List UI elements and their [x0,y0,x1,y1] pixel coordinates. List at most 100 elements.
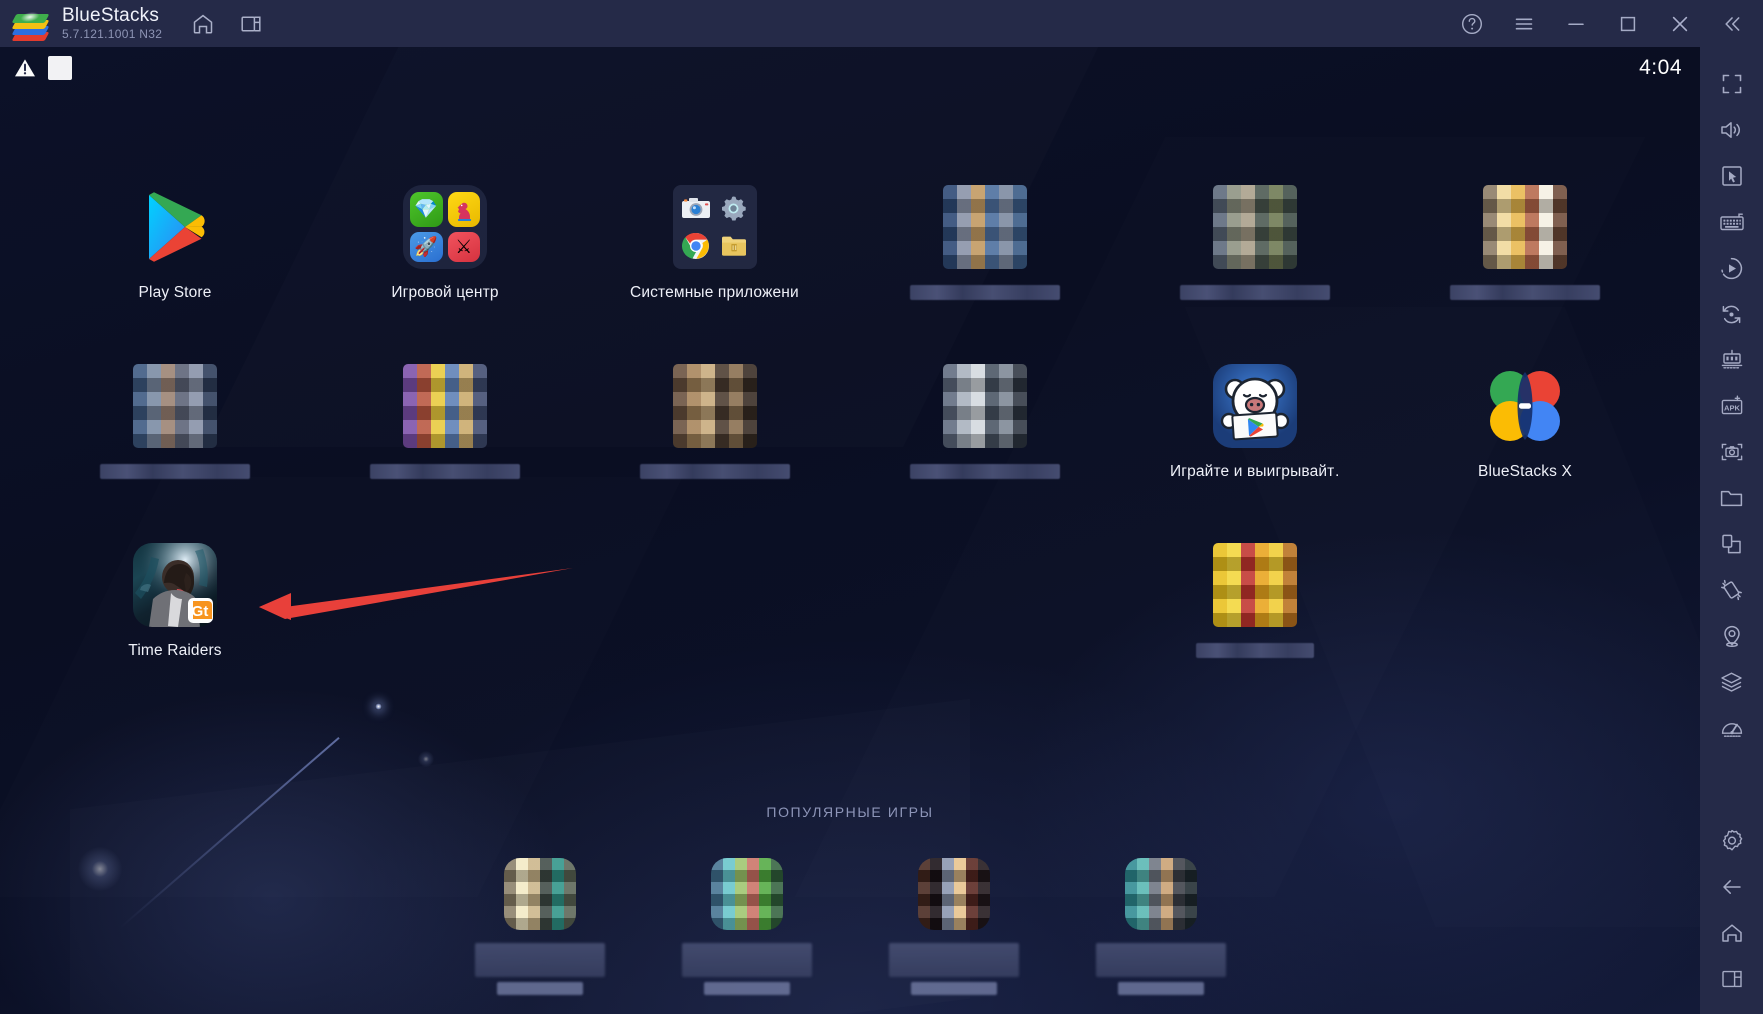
pixelated-app-icon [403,364,487,448]
right-toolbar: APK [1700,47,1763,1014]
popular-games-title: ПОПУЛЯРНЫЕ ИГРЫ [766,804,934,820]
app-icon-play-store[interactable]: Play Store [40,185,310,302]
rotate-icon[interactable] [1709,291,1755,337]
fullscreen-icon[interactable] [1709,61,1755,107]
chrome-icon [680,229,713,262]
titlebar-nav-icons [190,11,264,37]
app-icon-censored[interactable] [1120,185,1390,302]
time-raiders-icon: Gt [133,543,217,627]
app-label: Играйте и выигрывайт… [1170,463,1340,480]
multi-instance-icon[interactable] [238,11,264,37]
copy-paste-icon[interactable] [1709,521,1755,567]
multi-instance-icon[interactable] [1709,337,1755,383]
performance-icon[interactable] [1709,705,1755,751]
pixelated-game-icon [1124,858,1197,930]
app-icon-censored[interactable] [310,364,580,481]
rocket-game-icon: 🚀 [410,232,443,262]
location-icon[interactable] [1709,613,1755,659]
popular-game-sublabel-censored [1117,982,1204,995]
app-title: BlueStacks [62,5,160,27]
minimize-icon[interactable] [1563,11,1589,37]
recent-apps-icon[interactable] [1709,956,1755,1002]
popular-games-row [0,858,1700,995]
popular-game-sublabel-censored [703,982,790,995]
bluestacks-logo-icon [11,5,50,43]
app-icon-censored[interactable] [850,364,1120,481]
app-icon-system-apps[interactable]: Системные приложени… [580,185,850,302]
android-screen: 4:04 Play Store 💎 🚀 ⚔ Игровой центр Сист… [0,47,1700,1014]
popular-game-label-censored [1095,943,1226,977]
app-label-censored [1450,285,1600,300]
app-icon-time-raiders[interactable]: Gt Time Raiders [40,543,310,660]
app-label-censored [1196,643,1314,658]
popular-game-item[interactable] [1095,858,1226,995]
pixelated-app-icon [133,364,217,448]
keyboard-icon[interactable] [1709,199,1755,245]
popular-game-item[interactable] [474,858,605,995]
cursor-icon[interactable] [1709,153,1755,199]
app-label-censored [370,464,520,479]
app-label: Системные приложени… [630,284,800,301]
file-manager-icon [718,229,751,262]
bluestacks-x-icon [1483,364,1567,448]
app-label: Игровой центр [391,284,499,301]
popular-game-label-censored [474,943,605,977]
macro-icon[interactable] [1709,245,1755,291]
home-icon[interactable] [1709,910,1755,956]
status-clock: 4:04 [1639,56,1682,79]
pixelated-app-icon [943,364,1027,448]
popular-game-sublabel-censored [910,982,997,995]
app-icon-censored[interactable] [850,185,1120,302]
app-label: BlueStacks X [1478,463,1572,480]
app-label-censored [910,285,1060,300]
popular-game-item[interactable] [681,858,812,995]
back-arrow-icon[interactable] [1709,864,1755,910]
app-label-censored [1180,285,1330,300]
game-center-folder-icon: 💎 🚀 ⚔ [403,185,487,269]
collapse-sidebar-icon[interactable] [1719,11,1745,37]
svg-text:Gt: Gt [192,603,209,620]
notification-blob-icon [48,56,72,80]
system-apps-folder-icon [673,185,757,269]
popular-game-item[interactable] [888,858,1019,995]
bluestacks-window: BlueStacks 5.7.121.1001 N32 4:04 Play St… [0,0,1763,1014]
pixelated-app-icon [1213,185,1297,269]
eco-mode-icon[interactable] [1709,659,1755,705]
svg-text:APK: APK [1723,403,1740,412]
app-icon-censored[interactable] [40,364,310,481]
pixelated-app-icon [673,364,757,448]
shake-icon[interactable] [1709,567,1755,613]
app-version: 5.7.121.1001 N32 [62,27,163,42]
media-folder-icon[interactable] [1709,475,1755,521]
maximize-icon[interactable] [1615,11,1641,37]
volume-icon[interactable] [1709,107,1755,153]
app-icon-bluestacks-x[interactable]: BlueStacks X [1390,364,1660,481]
pixelated-app-icon [1483,185,1567,269]
android-status-bar: 4:04 [0,47,1700,89]
popular-game-label-censored [888,943,1019,977]
hamburger-menu-icon[interactable] [1511,11,1537,37]
swords-game-icon: ⚔ [447,232,480,262]
help-icon[interactable] [1459,11,1485,37]
home-icon[interactable] [190,11,216,37]
app-icon-censored[interactable] [580,364,850,481]
app-icon-game-center[interactable]: 💎 🚀 ⚔ Игровой центр [310,185,580,302]
app-label-censored [640,464,790,479]
warning-triangle-icon [14,58,36,78]
title-bar: BlueStacks 5.7.121.1001 N32 [0,0,1763,47]
app-grid: Play Store 💎 🚀 ⚔ Игровой центр Системные… [0,185,1700,660]
app-label: Play Store [138,284,212,301]
app-icon-play-and-win[interactable]: Играйте и выигрывайт… [1120,364,1390,481]
screenshot-icon[interactable] [1709,429,1755,475]
camera-icon [680,192,713,224]
app-label: Time Raiders [128,642,222,659]
settings-gear-icon[interactable] [1709,818,1755,864]
grid-spacer [850,543,1120,660]
close-icon[interactable] [1667,11,1693,37]
panda-mascot-icon [1213,364,1297,448]
app-icon-censored[interactable] [1120,543,1390,660]
app-icon-censored[interactable] [1390,185,1660,302]
pixelated-game-icon [917,858,990,930]
install-apk-icon[interactable]: APK [1709,383,1755,429]
app-label-censored [910,464,1060,479]
